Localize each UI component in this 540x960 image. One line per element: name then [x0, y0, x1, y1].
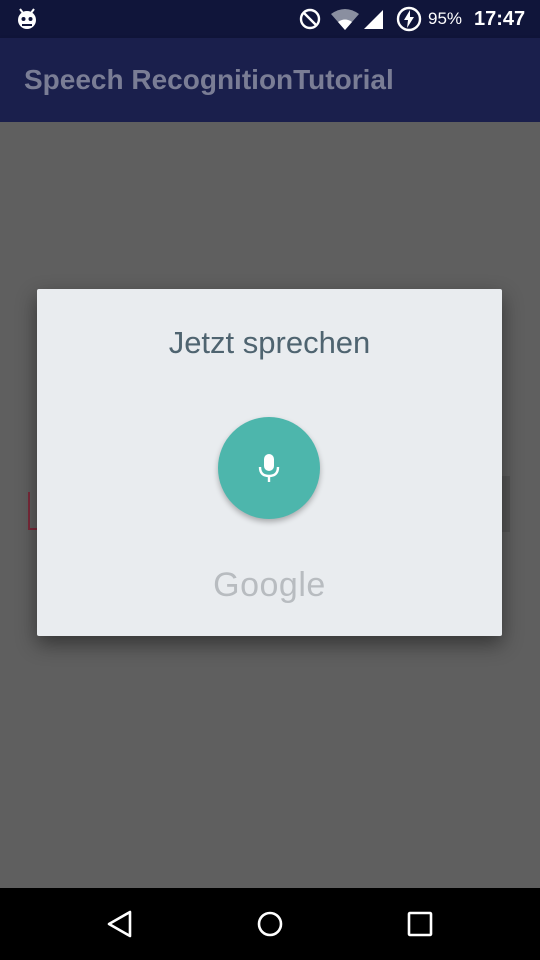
app-bar: Speech RecognitionTutorial: [0, 38, 540, 122]
google-logo: Google: [213, 566, 326, 604]
do-not-disturb-icon: [299, 8, 321, 30]
microphone-icon: [258, 454, 280, 482]
battery-charging-icon: [396, 6, 422, 32]
speech-dialog: Jetzt sprechen Google: [37, 289, 502, 636]
text-cursor: [28, 492, 30, 528]
android-debug-icon: [18, 8, 36, 29]
back-icon[interactable]: [100, 904, 140, 944]
status-bar: 95% 17:47: [0, 0, 540, 38]
battery-percent: 95%: [428, 9, 463, 28]
speak-now-prompt: Jetzt sprechen: [168, 325, 371, 360]
navigation-bar: [0, 888, 540, 960]
home-icon[interactable]: [250, 904, 290, 944]
recents-icon[interactable]: [400, 904, 440, 944]
microphone-button[interactable]: [218, 417, 320, 519]
wifi-icon: [331, 9, 359, 30]
app-title: Speech RecognitionTutorial: [24, 64, 394, 95]
clock: 17:47: [474, 8, 526, 30]
cell-signal-icon: [364, 10, 383, 29]
